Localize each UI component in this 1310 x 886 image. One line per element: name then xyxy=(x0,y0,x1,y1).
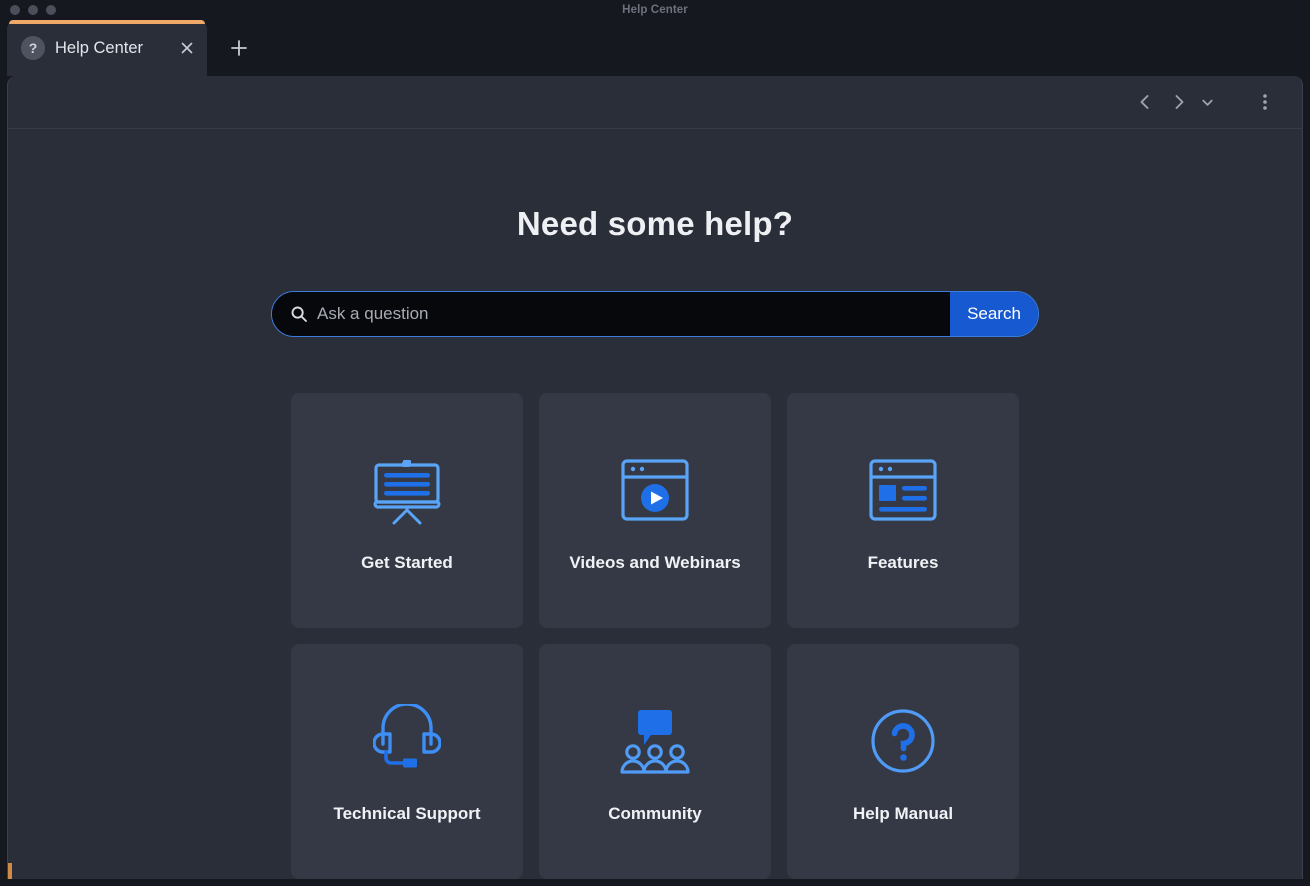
card-technical-support[interactable]: Technical Support xyxy=(291,644,523,879)
card-help-manual[interactable]: Help Manual xyxy=(787,644,1019,879)
layout-window-icon xyxy=(867,444,939,536)
card-label: Get Started xyxy=(361,553,453,573)
card-label: Community xyxy=(608,804,702,824)
tab-strip: ? Help Center xyxy=(0,20,1310,76)
application-window: Help Center ? Help Center Need some help… xyxy=(0,0,1310,886)
search-bar: Search xyxy=(271,291,1039,337)
tab-label: Help Center xyxy=(55,38,144,57)
page-title: Need some help? xyxy=(516,205,794,242)
search-button[interactable]: Search xyxy=(950,292,1038,336)
three-dot-menu-icon[interactable] xyxy=(1248,85,1282,119)
search-icon xyxy=(290,305,308,323)
os-title-bar: Help Center xyxy=(0,0,1310,20)
forward-arrow-icon[interactable] xyxy=(1162,85,1196,119)
headset-icon xyxy=(373,695,441,787)
back-arrow-icon[interactable] xyxy=(1128,85,1162,119)
people-chat-icon xyxy=(615,695,695,787)
browser-content-window: Need some help? Search xyxy=(7,76,1303,879)
window-title: Help Center xyxy=(622,4,688,16)
card-label: Help Manual xyxy=(852,804,954,824)
card-community[interactable]: Community xyxy=(539,644,771,879)
presentation-board-icon xyxy=(368,444,446,536)
card-get-started[interactable]: Get Started xyxy=(291,393,523,628)
card-label: Features xyxy=(867,553,939,573)
card-label: Videos and Webinars xyxy=(569,553,741,573)
help-topic-grid: Get Started Videos and Webinars Features… xyxy=(291,393,1019,879)
chevron-down-icon[interactable] xyxy=(1196,85,1218,119)
tab-help-center[interactable]: ? Help Center xyxy=(7,20,207,76)
help-center-page: Need some help? Search xyxy=(8,130,1302,879)
card-label: Technical Support xyxy=(333,804,481,824)
card-features[interactable]: Features xyxy=(787,393,1019,628)
navigation-toolbar xyxy=(8,76,1302,129)
close-tab-icon[interactable] xyxy=(177,38,197,58)
video-player-window-icon xyxy=(619,444,691,536)
search-input[interactable] xyxy=(317,304,950,324)
question-circle-icon xyxy=(867,695,939,787)
search-field-wrapper[interactable] xyxy=(272,292,950,336)
question-mark-favicon-icon: ? xyxy=(21,36,45,60)
new-tab-icon[interactable] xyxy=(219,28,259,68)
card-videos-and-webinars[interactable]: Videos and Webinars xyxy=(539,393,771,628)
forward-navigation-group xyxy=(1162,85,1218,119)
